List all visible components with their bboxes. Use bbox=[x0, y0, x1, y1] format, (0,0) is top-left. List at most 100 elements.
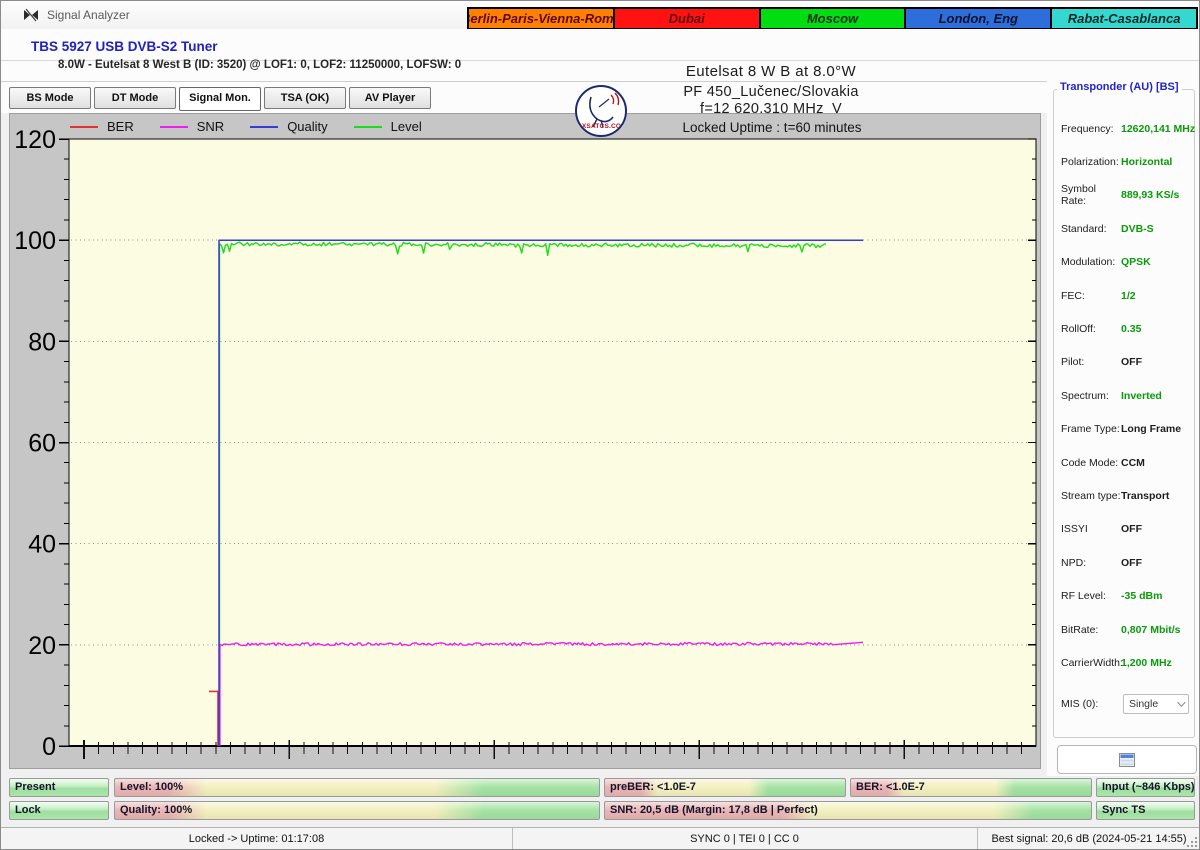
transponder-title: Transponder (AU) [BS] bbox=[1057, 81, 1182, 93]
transponder-value: OFF bbox=[1121, 356, 1142, 369]
transponder-label: Frequency: bbox=[1061, 122, 1114, 135]
tab-av-player[interactable]: AV Player bbox=[349, 87, 431, 109]
stream-list-button[interactable] bbox=[1057, 745, 1197, 774]
svg-text:60: 60 bbox=[28, 430, 56, 458]
transponder-value: 889,93 KS/s bbox=[1121, 189, 1180, 202]
transponder-value: 0,807 Mbit/s bbox=[1121, 623, 1181, 636]
transponder-row-polarization: Polarization: Horizontal bbox=[1054, 145, 1194, 178]
transponder-label: Modulation: bbox=[1061, 256, 1116, 269]
app-title: Signal Analyzer bbox=[47, 8, 130, 22]
input-indicator: Input (~846 Kbps) bbox=[1096, 778, 1195, 797]
tuner-details: 8.0W - Eutelsat 8 West B (ID: 3520) @ LO… bbox=[58, 59, 462, 71]
divider bbox=[1, 81, 1199, 82]
clock-city-label: London, Eng bbox=[906, 9, 1051, 30]
status-bar: Locked -> Uptime: 01:17:08 SYNC 0 | TEI … bbox=[1, 827, 1199, 849]
transponder-row-rf-level: RF Level: -35 dBm bbox=[1054, 579, 1194, 612]
transponder-value: 0.35 bbox=[1121, 323, 1142, 336]
transponder-label: FEC: bbox=[1061, 289, 1085, 302]
tuner-name: TBS 5927 USB DVB-S2 Tuner bbox=[31, 39, 218, 54]
transponder-value: Transport bbox=[1121, 489, 1170, 502]
satellite-dish-icon bbox=[24, 8, 38, 22]
tab-tsa-ok[interactable]: TSA (OK) bbox=[264, 87, 346, 109]
transponder-row-stream-type: Stream type: Transport bbox=[1054, 479, 1194, 512]
mis-select[interactable]: Single bbox=[1123, 693, 1189, 714]
clock-city-label: Moscow bbox=[760, 9, 905, 30]
tab-dt-mode[interactable]: DT Mode bbox=[94, 87, 176, 109]
transponder-label: Standard: bbox=[1061, 222, 1107, 235]
transponder-value: OFF bbox=[1121, 556, 1142, 569]
transponder-value: Inverted bbox=[1121, 389, 1162, 402]
transponder-row-fec: FEC: 1/2 bbox=[1054, 279, 1194, 312]
transponder-value: QPSK bbox=[1121, 256, 1151, 269]
svg-text:20: 20 bbox=[28, 632, 56, 660]
transponder-value: 1,200 MHz bbox=[1121, 656, 1172, 669]
transponder-value: 1/2 bbox=[1121, 289, 1136, 302]
transponder-row-symbol-rate: Symbol Rate: 889,93 KS/s bbox=[1054, 179, 1194, 212]
clock-city-label: Berlin-Paris-Vienna-Roma bbox=[469, 9, 613, 30]
transponder-row-spectrum: Spectrum: Inverted bbox=[1054, 379, 1194, 412]
dxsatcs-logo: DXSATCS.COM bbox=[575, 85, 627, 137]
resize-grip-icon[interactable] bbox=[1185, 835, 1198, 848]
transponder-row-npd: NPD: OFF bbox=[1054, 546, 1194, 579]
syncts-indicator: Sync TS bbox=[1096, 801, 1195, 820]
tab-bar: BS Mode DT Mode Signal Mon. TSA (OK) AV Play… bbox=[9, 87, 431, 111]
clock-city-label: Dubai bbox=[614, 9, 759, 30]
transponder-label: Pilot: bbox=[1061, 356, 1085, 369]
transponder-label: CarrierWidth: bbox=[1061, 656, 1123, 669]
transponder-row-standard: Standard: DVB-S bbox=[1054, 212, 1194, 245]
transponder-label: BitRate: bbox=[1061, 623, 1099, 636]
chevron-down-icon bbox=[1177, 697, 1186, 707]
transponder-row-issyi: ISSYI OFF bbox=[1054, 513, 1194, 546]
transponder-label: RF Level: bbox=[1061, 590, 1106, 603]
mis-label: MIS (0): bbox=[1061, 697, 1099, 710]
transponder-rows: Frequency: 12620,141 MHz Polarization: Hori… bbox=[1054, 112, 1196, 680]
transponder-row-bitrate: BitRate: 0,807 Mbit/s bbox=[1054, 613, 1194, 646]
tab-bs-mode[interactable]: BS Mode bbox=[9, 87, 91, 109]
transponder-panel: Transponder (AU) [BS] Frequency: 12620,14… bbox=[1047, 61, 1199, 776]
snr-meter: SNR: 20,5 dB (Margin: 17,8 dB | Perfect) bbox=[604, 801, 1092, 820]
lock-indicator: Lock bbox=[9, 801, 109, 820]
transponder-value: 12620,141 MHz bbox=[1121, 122, 1196, 135]
transponder-label: Frame Type: bbox=[1061, 423, 1120, 436]
signal-chart: 0 20 40 60 80 100 120 bbox=[14, 126, 1037, 761]
transponder-label: Polarization: bbox=[1061, 156, 1119, 169]
tab-signal-mon[interactable]: Signal Mon. bbox=[179, 87, 261, 111]
transponder-label: Code Mode: bbox=[1061, 456, 1119, 469]
svg-text:40: 40 bbox=[28, 531, 56, 559]
level-meter: Level: 100% bbox=[114, 778, 600, 797]
transponder-value: -35 dBm bbox=[1121, 590, 1163, 603]
transponder-value: Horizontal bbox=[1121, 156, 1173, 169]
ber-meter: BER: <1.0E-7 bbox=[850, 778, 1092, 797]
transponder-label: RollOff: bbox=[1061, 323, 1096, 336]
chart-panel: BER SNR Quality Level Locked Uptime : t=60 … bbox=[9, 113, 1041, 769]
mis-row: MIS (0): Single bbox=[1054, 693, 1194, 715]
transponder-row-frequency: Frequency: 12620,141 MHz bbox=[1054, 112, 1196, 145]
transponder-value: Long Frame bbox=[1121, 423, 1182, 436]
transponder-label: NPD: bbox=[1061, 556, 1087, 569]
status-uptime: Locked -> Uptime: 01:17:08 bbox=[188, 833, 325, 845]
status-best-signal: Best signal: 20,6 dB (2024-05-21 14:55) bbox=[991, 833, 1187, 845]
transponder-label: ISSYI bbox=[1061, 523, 1088, 536]
svg-text:0: 0 bbox=[42, 733, 56, 761]
transponder-row-frame-type: Frame Type: Long Frame bbox=[1054, 413, 1194, 446]
transponder-value: CCM bbox=[1121, 456, 1145, 469]
present-indicator: Present bbox=[9, 778, 109, 797]
transponder-label: Spectrum: bbox=[1061, 389, 1109, 402]
transponder-row-rolloff: RollOff: 0.35 bbox=[1054, 312, 1194, 345]
svg-text:80: 80 bbox=[28, 328, 56, 356]
clock-city-label: Rabat-Casablanca bbox=[1052, 9, 1196, 30]
transponder-row-pilot: Pilot: OFF bbox=[1054, 346, 1194, 379]
app-window: Signal Analyzer Berlin-Paris-Vienna-Roma… bbox=[0, 0, 1200, 850]
stream-list-icon bbox=[1119, 752, 1135, 767]
transponder-label: Stream type: bbox=[1061, 489, 1121, 502]
transponder-row-carrierwidth: CarrierWidth: 1,200 MHz bbox=[1054, 646, 1194, 679]
transponder-box: Frequency: 12620,141 MHz Polarization: Hori… bbox=[1053, 89, 1195, 738]
transponder-row-code-mode: Code Mode: CCM bbox=[1054, 446, 1194, 479]
quality-meter: Quality: 100% bbox=[114, 801, 600, 820]
preber-meter: preBER: <1.0E-7 bbox=[604, 778, 846, 797]
transponder-value: DVB-S bbox=[1121, 222, 1154, 235]
mis-value: Single bbox=[1129, 697, 1159, 710]
transponder-label: Symbol Rate: bbox=[1061, 183, 1097, 208]
satellite-header: Eutelsat 8 W B at 8.0°W bbox=[685, 63, 857, 80]
svg-text:100: 100 bbox=[14, 227, 56, 255]
